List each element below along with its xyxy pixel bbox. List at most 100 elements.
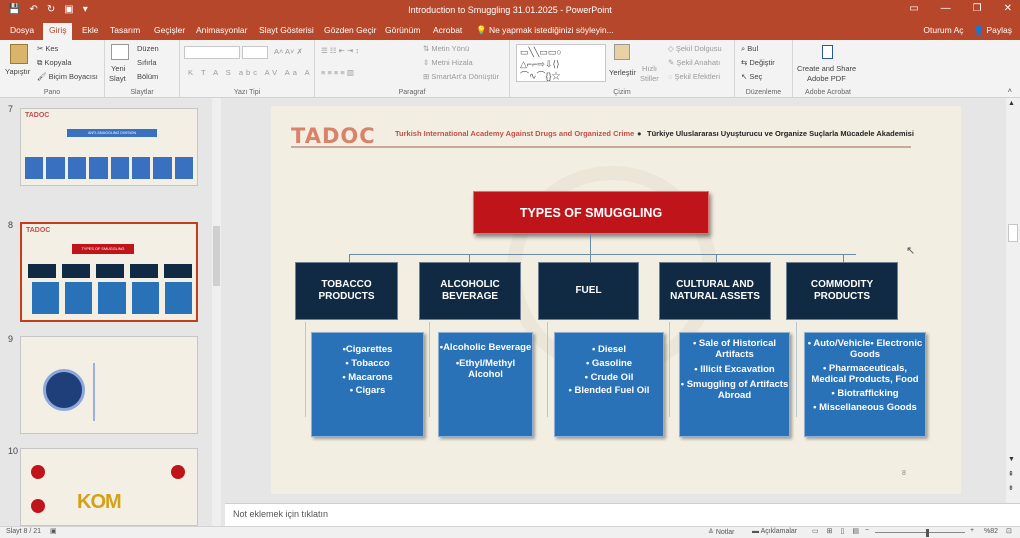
drawing-group: ▭╲╲▭▭○ △⌐⌐⇨⇩⟨⟩ ⌒∿⌒{}☆ Yerleştir Hızlı Stil…: [510, 40, 735, 98]
zoom-in-icon[interactable]: +: [970, 527, 974, 534]
shape-effects-button[interactable]: ◌ Şekil Efektleri: [668, 72, 720, 81]
align-buttons[interactable]: ≡ ≡ ≡ ≡ ▥: [321, 68, 354, 77]
minimize-icon[interactable]: —: [941, 3, 951, 14]
connector-line: [469, 254, 470, 262]
window-controls: ▭ — ❐ ✕: [909, 3, 1012, 14]
current-slide[interactable]: TADOC Turkish International Academy Agai…: [271, 106, 961, 494]
tab-view[interactable]: Görünüm: [385, 25, 420, 35]
tab-insert[interactable]: Ekle: [82, 25, 99, 35]
next-slide-icon[interactable]: ⇟: [1008, 484, 1014, 492]
font-format-buttons[interactable]: K T A S abc AV Aa A: [188, 68, 313, 77]
notes-pane[interactable]: Not eklemek için tıklatın: [225, 503, 1020, 526]
tab-home[interactable]: Giriş: [43, 23, 73, 40]
close-icon[interactable]: ✕: [1004, 3, 1012, 14]
list-item: • Cigars: [349, 385, 386, 397]
tab-slideshow[interactable]: Slayt Gösterisi: [259, 25, 314, 35]
zoom-slider[interactable]: [875, 532, 965, 533]
paragraph-group-label: Paragraf: [398, 89, 426, 96]
thumb-logo: TADOC: [25, 112, 50, 119]
scroll-up-icon[interactable]: ▲: [1008, 100, 1015, 107]
list-item: • Blended Fuel Oil: [568, 385, 650, 397]
list-item: • Illicit Excavation: [694, 363, 775, 375]
category-items: • Sale of Historical Artifacts • Illicit…: [679, 332, 790, 437]
restore-icon[interactable]: ❐: [973, 3, 982, 14]
tab-design[interactable]: Tasarım: [110, 25, 140, 35]
replace-button[interactable]: ⇆ Değiştir: [741, 58, 775, 67]
font-name-input[interactable]: [184, 46, 240, 59]
thumb-seal-icon: [171, 465, 185, 479]
acrobat-group: Create and Share Adobe PDF Adobe Acrobat: [793, 40, 863, 98]
list-item: •Cigarettes: [342, 344, 393, 355]
quick-styles-button-label2[interactable]: Stiller: [640, 74, 659, 83]
tab-animations[interactable]: Animasyonlar: [196, 25, 248, 35]
connector-line: [590, 254, 591, 262]
font-size-input[interactable]: [242, 46, 268, 59]
tab-acrobat[interactable]: Acrobat: [433, 25, 462, 35]
connector-line: [669, 322, 670, 417]
slide-scrollbar[interactable]: ▲ ▼ ⇞ ⇟: [1006, 98, 1020, 503]
copy-button[interactable]: ⧉ Kopyala: [37, 58, 72, 68]
create-pdf-button-label2[interactable]: Adobe PDF: [807, 74, 846, 83]
sign-in-link[interactable]: Oturum Aç: [923, 25, 963, 36]
scroll-down-icon[interactable]: ▼: [1008, 456, 1015, 463]
share-button[interactable]: 👤 Paylaş: [974, 25, 1012, 36]
thumb-emblem: [43, 369, 85, 411]
thumb-bodies: [32, 282, 193, 314]
grow-font-icon[interactable]: A˄ A˅ ✗: [274, 47, 303, 56]
tab-review[interactable]: Gözden Geçir: [324, 25, 376, 35]
slide-number: 8: [8, 220, 14, 230]
reset-button[interactable]: Sıfırla: [137, 58, 157, 67]
scroll-thumb[interactable]: [1008, 224, 1018, 242]
scroll-thumb[interactable]: [213, 226, 220, 286]
arrange-button[interactable]: Yerleştir: [609, 68, 636, 77]
shape-outline-button[interactable]: ✎ Şekil Anahatı: [668, 58, 720, 67]
shape-fill-button[interactable]: ◇ Şekil Dolgusu: [668, 44, 722, 53]
zoom-level[interactable]: %82: [984, 528, 998, 535]
ribbon-display-icon[interactable]: ▭: [909, 3, 918, 14]
tab-file[interactable]: Dosya: [10, 25, 34, 35]
text-direction-button[interactable]: ⇅ Metin Yönü: [423, 44, 469, 53]
quick-styles-button[interactable]: Hızlı: [642, 64, 657, 73]
comments-button[interactable]: ▬ Açıklamalar: [752, 528, 797, 535]
slides-group-label: Slaytlar: [130, 89, 154, 96]
thumb-seal-icon: [31, 465, 45, 479]
notes-placeholder: Not eklemek için tıklatın: [233, 509, 329, 519]
tab-transitions[interactable]: Geçişler: [154, 25, 185, 35]
thumb-seal-icon: [31, 499, 45, 513]
academy-name-tr: Türkiye Uluslararası Uyuşturucu ve Organ…: [647, 129, 914, 138]
select-button[interactable]: ↖ Seç: [741, 72, 762, 81]
connector-line: [590, 234, 591, 254]
view-buttons[interactable]: ▭⊞▯▤: [812, 527, 867, 535]
cut-button[interactable]: ✂ Kes: [37, 44, 58, 53]
connector-line: [796, 322, 797, 417]
thumbnail-scrollbar[interactable]: [212, 98, 221, 526]
notes-button[interactable]: ≙ Notlar: [708, 528, 735, 536]
list-item: • Diesel: [592, 344, 626, 355]
slide-thumbnail-8[interactable]: TADOC TYPES OF SMUGGLING: [20, 222, 198, 322]
find-button[interactable]: ⌕ Bul: [741, 44, 758, 54]
layout-button[interactable]: Düzen: [137, 44, 159, 53]
smartart-button[interactable]: ⊞ SmartArt'a Dönüştür: [423, 72, 499, 81]
list-item: • Macarons: [342, 371, 393, 383]
zoom-slider-thumb[interactable]: [926, 529, 929, 537]
paste-button[interactable]: Yapıştır: [5, 67, 30, 76]
new-slide-button-label2[interactable]: Slayt: [109, 74, 126, 83]
shapes-gallery[interactable]: ▭╲╲▭▭○ △⌐⌐⇨⇩⟨⟩ ⌒∿⌒{}☆: [516, 44, 606, 82]
new-slide-icon: [111, 44, 129, 60]
slide-thumbnail-10[interactable]: KOM: [20, 448, 198, 526]
list-buttons[interactable]: ☰ ☷ ⇤ ⇥ ↕: [321, 46, 359, 55]
new-slide-button[interactable]: Yeni: [111, 64, 125, 73]
paragraph-group: ☰ ☷ ⇤ ⇥ ↕ ≡ ≡ ≡ ≡ ▥ ⇅ Metin Yönü ⇳ Metni…: [315, 40, 510, 98]
previous-slide-icon[interactable]: ⇞: [1008, 470, 1014, 478]
format-painter-button[interactable]: 🖌 Biçim Boyacısı: [37, 72, 98, 81]
section-button[interactable]: Bölüm: [137, 72, 158, 81]
align-text-button[interactable]: ⇳ Metni Hizala: [423, 58, 473, 67]
tell-me-box[interactable]: 💡 Ne yapmak istediğinizi söyleyin...: [476, 25, 614, 36]
spellcheck-icon[interactable]: ▣: [50, 527, 57, 535]
collapse-ribbon-icon[interactable]: ˄: [1008, 86, 1012, 95]
create-pdf-button[interactable]: Create and Share: [797, 64, 856, 73]
zoom-out-icon[interactable]: −: [865, 527, 869, 534]
slide-thumbnail-7[interactable]: TADOC ANTI-SMUGGLING DIVISION: [20, 108, 198, 186]
slide-thumbnail-9[interactable]: [20, 336, 198, 434]
fit-slide-icon[interactable]: ⊡: [1006, 527, 1012, 535]
